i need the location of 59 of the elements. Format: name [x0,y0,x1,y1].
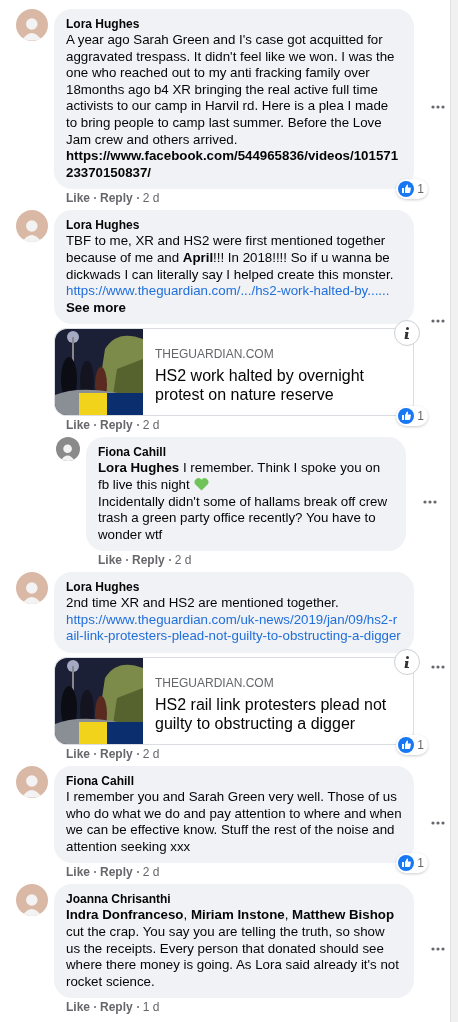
reaction-badge[interactable]: 1 [396,853,428,874]
reaction-count: 1 [417,856,424,871]
info-icon [404,327,410,340]
link-preview-card[interactable]: THEGUARDIAN.COM HS2 rail link protesters plead not guilty to obstructing a digger [54,657,414,746]
comment-text: 2nd time XR and HS2 are mentioned together. [66,595,340,612]
comment-text: Indra Donfranceso, Miriam Instone, Matthew Bishop cut the crap. You say you are telling the truth, so show us the receipts. Every person that donated should see where there money is going. As Lora said already it's not rocket science. [66,907,400,991]
reply-link[interactable]: Reply [132,553,165,568]
reaction-badge[interactable]: 1 [396,735,428,756]
comment-text: TBF to me, XR and HS2 were first mentioned together because of me and April!!! In 2018!!!! So if u wanna be dickwads I can literally say I helped create this monster. [66,233,395,284]
like-link[interactable]: Like [98,553,122,568]
link-preview-card[interactable]: THEGUARDIAN.COM HS2 work halted by overnight protest on nature reserve [54,328,414,417]
author-name[interactable]: Lora Hughes [66,16,402,32]
like-icon [398,408,415,425]
comment-text: I remember you and Sarah Green very well. Those of us who do what we do and pay attention to where and when we can be effective know. Stuff the rest of the noise and attention seeking xxx [66,789,402,856]
link-title: HS2 rail link protesters plead not guilty to obstructing a digger [155,695,388,734]
timestamp[interactable]: 2 d [142,865,160,880]
scrollbar[interactable] [450,0,458,1022]
author-name[interactable]: Fiona Cahill [66,773,402,790]
link-title: HS2 work halted by overnight protest on nature reserve [155,366,365,405]
timestamp[interactable]: 2 d [142,191,160,206]
see-more-link[interactable]: See more [66,299,402,317]
reply-link[interactable]: Reply [100,1000,133,1015]
reaction-count: 1 [417,738,424,753]
info-icon [404,656,410,669]
link[interactable]: https://www.theguardian.com/uk-news/2019/jan/09/hs2-rail-link-protesters-plead-not-guilty-to-obstructing-a-digger [66,611,402,646]
comment-text: A year ago Sarah Green and I's case got acquitted for aggravated trespass. It didn't feel like we won. I was the one who reached out to my anti fracking family over 18months ago b4 XR bringing the real active full time activists to our camp in Harvil rd. Here is a plea I made to bring people to camp last summer. Before the Love Jam crew and others arrived. [66,32,396,149]
reply-link[interactable]: Reply [100,191,133,206]
like-icon [398,181,415,198]
comment-text: Lora Hughes I remember. Think I spoke you on fb live this night [98,460,382,494]
info-button[interactable] [394,320,420,347]
like-link[interactable]: Like [66,1000,90,1015]
avatar[interactable] [56,437,80,462]
like-link[interactable]: Like [66,865,90,880]
info-button[interactable] [394,649,420,676]
timestamp[interactable]: 1 d [142,1000,160,1015]
like-link[interactable]: Like [66,747,90,762]
author-name[interactable]: Fiona Cahill [98,444,394,461]
like-link[interactable]: Like [66,418,90,433]
timestamp[interactable]: 2 d [142,747,160,762]
comment-text: Incidentally didn't some of hallams break off crew trash a green party office recently? You have to wonder wtf [98,493,389,544]
author-name[interactable]: Lora Hughes [66,217,402,234]
link-domain: THEGUARDIAN.COM [155,676,275,691]
like-icon [398,855,415,872]
link[interactable]: https://www.facebook.com/544965836/videos/10157123370150837/ [66,148,402,182]
like-link[interactable]: Like [66,191,90,206]
author-name[interactable]: Lora Hughes [66,579,402,596]
reaction-count: 1 [417,182,424,197]
reaction-count: 1 [417,409,424,424]
reaction-badge[interactable]: 1 [396,179,428,200]
author-name[interactable]: Joanna Chrisanthi [66,891,402,908]
timestamp[interactable]: 2 d [174,553,192,568]
reaction-badge[interactable]: 1 [396,406,428,427]
link-domain: THEGUARDIAN.COM [155,347,275,362]
timestamp[interactable]: 2 d [142,418,160,433]
link[interactable]: https://www.theguardian.com/.../hs2-work-halted-by...... [66,283,402,300]
reply-link[interactable]: Reply [100,418,133,433]
reply-link[interactable]: Reply [100,865,133,880]
reply-link[interactable]: Reply [100,747,133,762]
like-icon [398,737,415,754]
